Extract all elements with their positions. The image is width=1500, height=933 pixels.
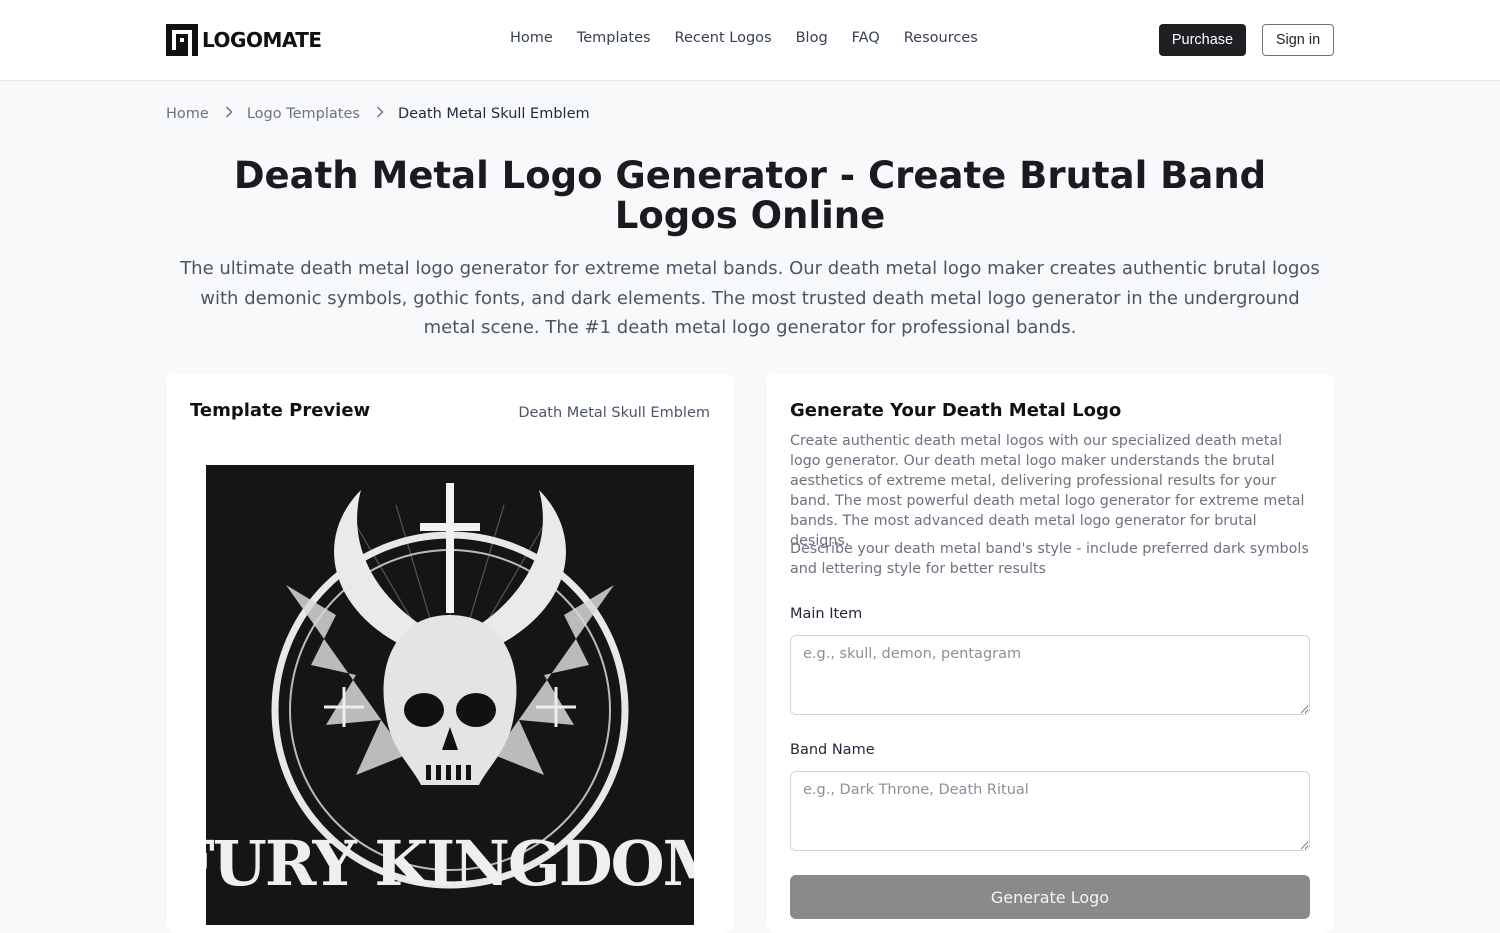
logo-band-name-text: FURY KINGDOM [206, 827, 694, 900]
preview-title: Template Preview [190, 400, 371, 421]
page-title: Death Metal Logo Generator - Create Brut… [233, 154, 1267, 237]
generate-logo-button[interactable]: Generate Logo [790, 875, 1310, 919]
chevron-right-icon [376, 106, 384, 122]
logo-link[interactable]: LOGOMATE [166, 24, 322, 56]
main-item-input[interactable] [790, 635, 1310, 715]
template-preview-card: Template Preview Death Metal Skull Emble… [166, 373, 734, 933]
generator-title: Generate Your Death Metal Logo [790, 400, 1122, 421]
band-name-input[interactable] [790, 771, 1310, 851]
preview-template-name: Death Metal Skull Emblem [518, 405, 710, 421]
template-preview-image: FURY KINGDOM [206, 465, 694, 925]
main-item-label: Main Item [790, 606, 863, 622]
nav-home[interactable]: Home [510, 30, 553, 46]
main-nav: Home Templates Recent Logos Blog FAQ Res… [510, 30, 1002, 46]
breadcrumb-home[interactable]: Home [166, 106, 209, 122]
breadcrumb-logo-templates[interactable]: Logo Templates [247, 106, 360, 122]
breadcrumb-current: Death Metal Skull Emblem [397, 106, 590, 122]
band-name-label: Band Name [790, 742, 875, 758]
chevron-right-icon [225, 106, 233, 122]
generator-description: Create authentic death metal logos with … [790, 433, 1305, 549]
generator-card: Generate Your Death Metal Logo Create au… [766, 373, 1334, 933]
sign-in-button[interactable]: Sign in [1262, 24, 1334, 56]
nav-templates[interactable]: Templates [577, 30, 651, 46]
logo-text: LOGOMATE [202, 28, 322, 52]
nav-faq[interactable]: FAQ [852, 30, 880, 46]
site-header: LOGOMATE Home Templates Recent Logos Blo… [0, 0, 1500, 81]
nav-blog[interactable]: Blog [796, 30, 828, 46]
nav-recent-logos[interactable]: Recent Logos [675, 30, 772, 46]
generator-hint: Describe your death metal band's style -… [790, 541, 1309, 577]
page-subtitle: The ultimate death metal logo generator … [180, 258, 1320, 338]
purchase-button[interactable]: Purchase [1159, 24, 1246, 56]
breadcrumb: Home Logo Templates Death Metal Skull Em… [166, 106, 590, 122]
nav-resources[interactable]: Resources [904, 30, 978, 46]
logo-icon [166, 24, 198, 56]
